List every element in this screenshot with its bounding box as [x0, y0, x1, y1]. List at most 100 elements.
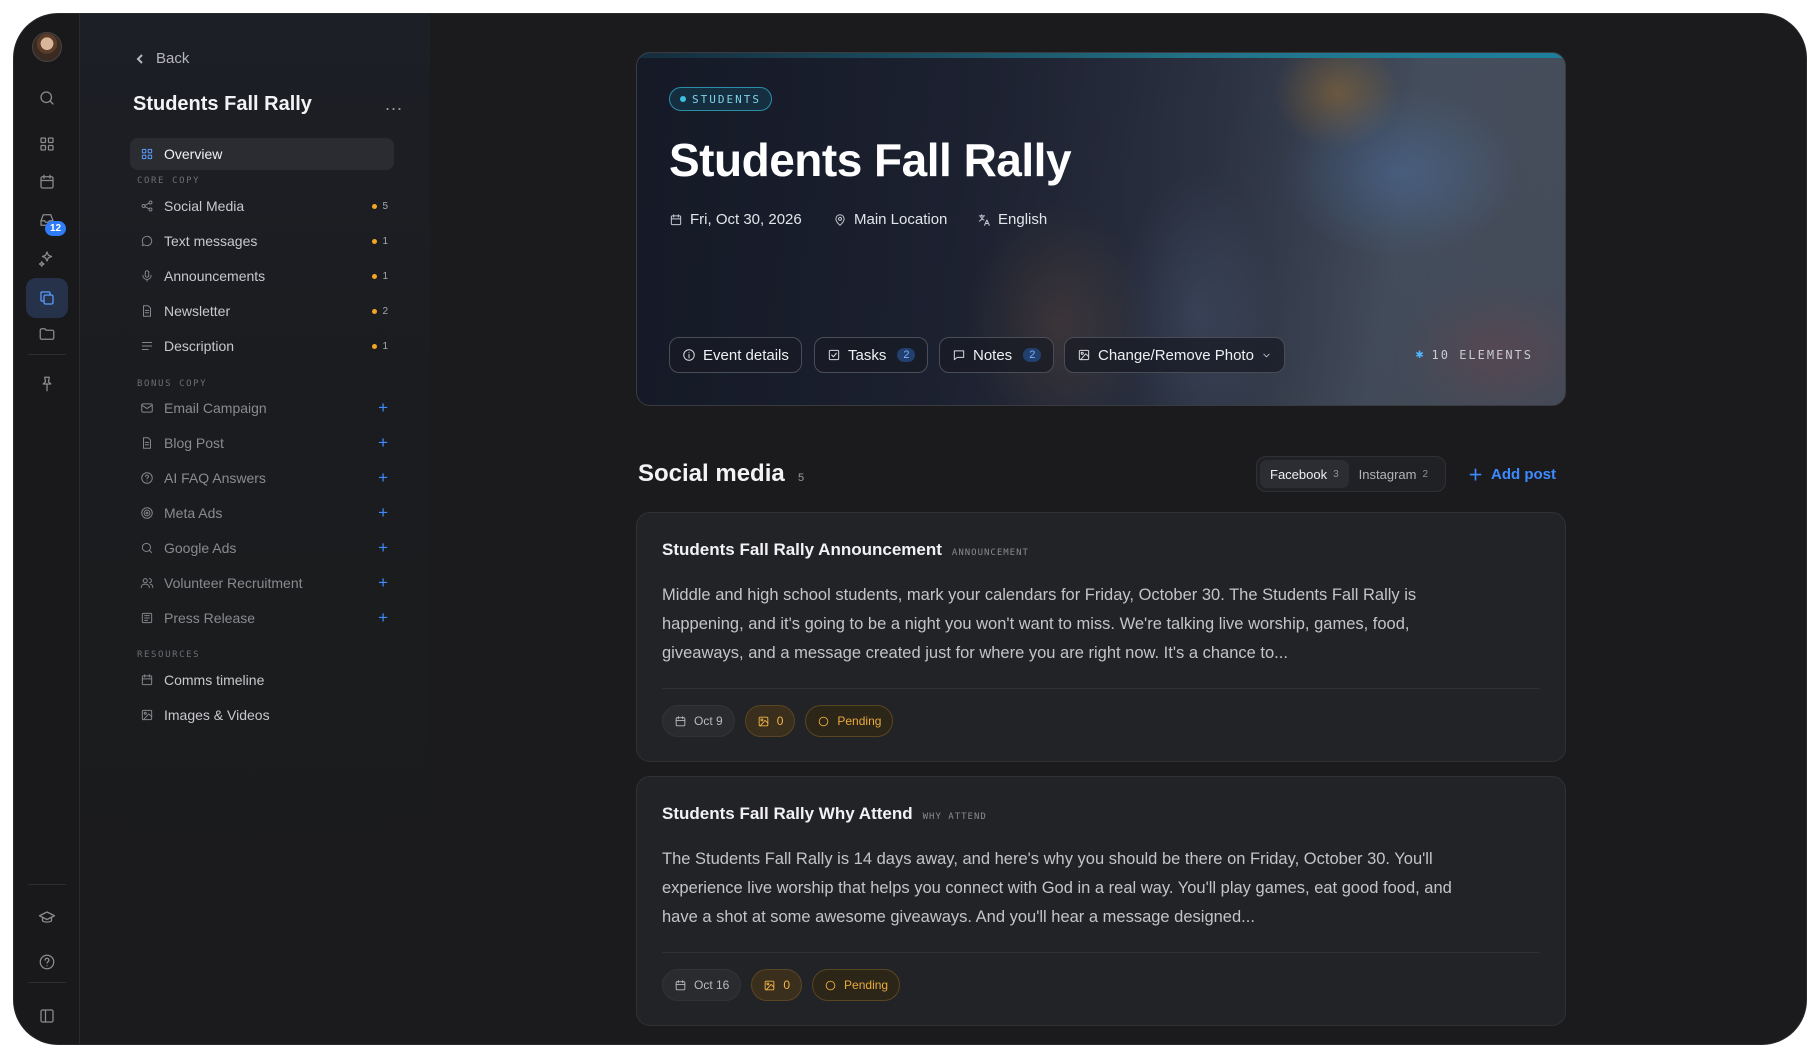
calendar-icon[interactable]: [35, 170, 59, 194]
sidebar-item-label: Comms timeline: [164, 672, 265, 688]
sparkles-icon[interactable]: [35, 246, 59, 270]
item-count: 1: [372, 341, 388, 352]
copy-icon[interactable]: [26, 278, 68, 318]
sidebar-item-label: Images & Videos: [164, 707, 270, 723]
sidebar-toggle-icon[interactable]: [35, 1004, 59, 1028]
notes-count: 2: [1023, 348, 1042, 362]
circle-icon: [825, 980, 836, 990]
add-icon[interactable]: +: [378, 538, 388, 558]
map-pin-icon: [835, 213, 845, 226]
add-post-button[interactable]: ＋ Add post: [1468, 464, 1556, 485]
sidebar-item-label: Blog Post: [164, 435, 224, 451]
sidebar-item-overview[interactable]: Overview: [130, 138, 394, 170]
tag-dot: [680, 96, 686, 102]
project-sidebar: Back Students Fall Rally ... Overview CO…: [80, 14, 430, 1044]
event-details-button[interactable]: Event details: [669, 337, 802, 373]
back-link[interactable]: Back: [134, 50, 189, 67]
sidebar-item-volunteer-recruitment[interactable]: Volunteer Recruitment +: [130, 567, 394, 599]
more-options-button[interactable]: ...: [385, 94, 403, 115]
post-date-chip[interactable]: Oct 16: [662, 969, 742, 1001]
add-post-label: Add post: [1491, 466, 1557, 483]
post-date-chip[interactable]: Oct 9: [662, 705, 735, 737]
folder-icon[interactable]: [35, 322, 59, 346]
add-icon[interactable]: +: [378, 398, 388, 418]
graduation-cap-icon[interactable]: [35, 906, 59, 930]
notes-label: Notes: [973, 346, 1013, 364]
sidebar-item-press-release[interactable]: Press Release +: [130, 602, 394, 634]
sidebar-item-social-media[interactable]: Social Media 5: [130, 190, 394, 222]
sidebar-item-blog-post[interactable]: Blog Post +: [130, 427, 394, 459]
sidebar-item-announcements[interactable]: Announcements 1: [130, 260, 394, 292]
event-location-text: Main Location: [854, 211, 948, 228]
post-body: Middle and high school students, mark yo…: [662, 586, 1417, 662]
tasks-label: Tasks: [848, 346, 887, 364]
sidebar-item-google-ads[interactable]: Google Ads +: [130, 532, 394, 564]
add-icon[interactable]: +: [378, 608, 388, 628]
sidebar-item-label: Email Campaign: [164, 400, 267, 416]
status-label: Pending: [837, 714, 882, 728]
back-label: Back: [156, 50, 190, 67]
post-title: Students Fall Rally Announcement: [662, 540, 942, 559]
tasks-button[interactable]: Tasks 2: [814, 337, 929, 373]
sidebar-item-text-messages[interactable]: Text messages 1: [130, 225, 394, 257]
status-dot: [372, 343, 378, 349]
pin-icon[interactable]: [35, 372, 59, 396]
sidebar-item-label: Description: [164, 338, 235, 354]
elements-counter-label: 10 ELEMENTS: [1431, 347, 1533, 362]
sidebar-item-description[interactable]: Description 1: [130, 330, 394, 362]
message-icon: [130, 234, 164, 248]
notes-button[interactable]: Notes 2: [939, 337, 1055, 373]
sparkle-icon: ✱: [1415, 347, 1426, 362]
status-badge[interactable]: Pending: [812, 969, 901, 1001]
post-card[interactable]: Students Fall Rally Announcement ANNOUNC…: [636, 512, 1566, 762]
grid-icon[interactable]: [35, 132, 59, 156]
add-icon[interactable]: +: [378, 468, 388, 488]
image-icon: [1078, 349, 1090, 361]
sidebar-item-label: Google Ads: [164, 540, 237, 556]
add-icon[interactable]: +: [378, 573, 388, 593]
users-icon: [130, 576, 164, 590]
event-date-text: Fri, Oct 30, 2026: [690, 211, 802, 228]
post-chips: Oct 16 0 Pending: [662, 969, 901, 1001]
change-photo-button[interactable]: Change/Remove Photo: [1064, 337, 1285, 373]
post-kind: ANNOUNCEMENT: [951, 548, 1029, 558]
post-card[interactable]: Students Fall Rally Why Attend WHY ATTEN…: [636, 776, 1566, 1026]
sidebar-item-comms-timeline[interactable]: Comms timeline: [130, 664, 394, 696]
translate-icon: [978, 213, 990, 226]
sidebar-item-newsletter[interactable]: Newsletter 2: [130, 295, 394, 327]
post-images-chip[interactable]: 0: [744, 705, 796, 737]
post-date: Oct 9: [694, 714, 723, 728]
post-images-chip[interactable]: 0: [751, 969, 803, 1001]
item-count-value: 1: [382, 235, 388, 247]
document-icon: [130, 304, 164, 318]
category-tag-label: STUDENTS: [692, 92, 761, 106]
add-icon[interactable]: +: [378, 503, 388, 523]
microphone-icon: [130, 269, 164, 283]
item-count-value: 1: [382, 340, 388, 352]
inbox-badge: 12: [45, 221, 67, 236]
sidebar-item-label: Overview: [164, 146, 223, 162]
search-icon[interactable]: [35, 86, 59, 110]
help-icon[interactable]: [35, 950, 59, 974]
event-location: Main Location: [833, 211, 947, 228]
add-icon[interactable]: +: [378, 433, 388, 453]
sidebar-item-images-videos[interactable]: Images & Videos: [130, 699, 394, 731]
avatar[interactable]: [32, 32, 62, 62]
tab-facebook[interactable]: Facebook 3: [1260, 460, 1349, 488]
category-tag: STUDENTS: [669, 87, 772, 111]
sidebar-item-label: Meta Ads: [164, 505, 223, 521]
newspaper-icon: [130, 611, 164, 625]
post-chips: Oct 9 0 Pending: [662, 705, 894, 737]
chevron-down-icon: [1263, 353, 1270, 357]
sidebar-item-meta-ads[interactable]: Meta Ads +: [130, 497, 394, 529]
post-kind: WHY ATTEND: [922, 812, 987, 822]
tab-instagram[interactable]: Instagram 2: [1349, 460, 1438, 488]
post-date: Oct 16: [694, 978, 730, 992]
sidebar-item-ai-faq-answers[interactable]: AI FAQ Answers +: [130, 462, 394, 494]
status-badge[interactable]: Pending: [805, 705, 894, 737]
elements-counter: ✱ 10 ELEMENTS: [1416, 347, 1533, 362]
status-dot: [372, 273, 378, 279]
event-language-text: English: [998, 211, 1048, 228]
divider: [662, 952, 1540, 953]
sidebar-item-email-campaign[interactable]: Email Campaign +: [130, 392, 394, 424]
